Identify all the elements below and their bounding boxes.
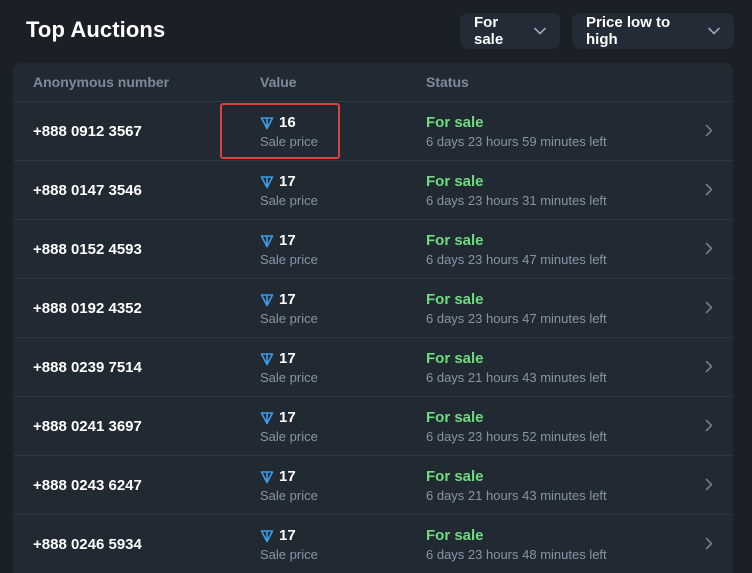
- table-body: +888 0912 3567 16 Sale price For sale 6 …: [13, 101, 733, 573]
- time-left: 6 days 23 hours 47 minutes left: [426, 252, 607, 267]
- table-row[interactable]: +888 0246 5934 17 Sale price For sale 6 …: [13, 514, 733, 573]
- status-text: For sale: [426, 350, 484, 367]
- ton-icon: [260, 116, 274, 130]
- value-cell: 17 Sale price: [260, 527, 318, 562]
- filter-dropdown[interactable]: For sale: [460, 13, 560, 49]
- value-cell: 16 Sale price: [260, 114, 318, 149]
- table-header: Anonymous number Value Status: [13, 63, 733, 101]
- ton-icon: [260, 234, 274, 248]
- sort-dropdown[interactable]: Price low to high: [572, 13, 734, 49]
- status-cell: For sale 6 days 23 hours 47 minutes left: [426, 232, 607, 267]
- chevron-right-icon[interactable]: [705, 478, 713, 491]
- value-cell: 17 Sale price: [260, 409, 318, 444]
- sort-dropdown-label: Price low to high: [586, 14, 671, 48]
- value-cell: 17 Sale price: [260, 468, 318, 503]
- auctions-table: Anonymous number Value Status +888 0912 …: [13, 63, 733, 573]
- ton-icon: [260, 352, 274, 366]
- column-header-status: Status: [426, 74, 469, 90]
- time-left: 6 days 23 hours 47 minutes left: [426, 311, 607, 326]
- status-cell: For sale 6 days 23 hours 47 minutes left: [426, 291, 607, 326]
- column-header-number: Anonymous number: [33, 74, 170, 90]
- sale-price-value: 17: [279, 291, 296, 308]
- chevron-right-icon[interactable]: [705, 301, 713, 314]
- status-text: For sale: [426, 232, 484, 249]
- filter-dropdown-label: For sale: [474, 14, 504, 48]
- header: Top Auctions For sale Price low to high: [0, 0, 752, 62]
- anonymous-number: +888 0241 3697: [33, 418, 142, 435]
- table-row[interactable]: +888 0152 4593 17 Sale price For sale 6 …: [13, 219, 733, 278]
- anonymous-number: +888 0243 6247: [33, 477, 142, 494]
- status-text: For sale: [426, 291, 484, 308]
- sale-price-label: Sale price: [260, 193, 318, 208]
- table-row[interactable]: +888 0239 7514 17 Sale price For sale 6 …: [13, 337, 733, 396]
- value-cell: 17 Sale price: [260, 232, 318, 267]
- sale-price-label: Sale price: [260, 488, 318, 503]
- time-left: 6 days 23 hours 48 minutes left: [426, 547, 607, 562]
- sale-price-value: 17: [279, 409, 296, 426]
- anonymous-number: +888 0192 4352: [33, 300, 142, 317]
- time-left: 6 days 21 hours 43 minutes left: [426, 370, 607, 385]
- ton-icon: [260, 529, 274, 543]
- table-row[interactable]: +888 0147 3546 17 Sale price For sale 6 …: [13, 160, 733, 219]
- sale-price-label: Sale price: [260, 252, 318, 267]
- status-text: For sale: [426, 468, 484, 485]
- time-left: 6 days 23 hours 59 minutes left: [426, 134, 607, 149]
- sale-price-label: Sale price: [260, 370, 318, 385]
- status-cell: For sale 6 days 23 hours 59 minutes left: [426, 114, 607, 149]
- time-left: 6 days 23 hours 31 minutes left: [426, 193, 607, 208]
- value-cell: 17 Sale price: [260, 173, 318, 208]
- value-cell: 17 Sale price: [260, 291, 318, 326]
- status-text: For sale: [426, 409, 484, 426]
- ton-icon: [260, 293, 274, 307]
- status-cell: For sale 6 days 21 hours 43 minutes left: [426, 350, 607, 385]
- chevron-down-icon: [534, 27, 546, 35]
- table-row[interactable]: +888 0192 4352 17 Sale price For sale 6 …: [13, 278, 733, 337]
- status-cell: For sale 6 days 23 hours 31 minutes left: [426, 173, 607, 208]
- chevron-right-icon[interactable]: [705, 360, 713, 373]
- chevron-right-icon[interactable]: [705, 537, 713, 550]
- sale-price-value: 17: [279, 173, 296, 190]
- chevron-right-icon[interactable]: [705, 242, 713, 255]
- anonymous-number: +888 0152 4593: [33, 241, 142, 258]
- ton-icon: [260, 175, 274, 189]
- sale-price-label: Sale price: [260, 311, 318, 326]
- chevron-right-icon[interactable]: [705, 183, 713, 196]
- sale-price-value: 16: [279, 114, 296, 131]
- anonymous-number: +888 0246 5934: [33, 536, 142, 553]
- table-row[interactable]: +888 0912 3567 16 Sale price For sale 6 …: [13, 101, 733, 160]
- chevron-down-icon: [708, 27, 720, 35]
- table-row[interactable]: +888 0241 3697 17 Sale price For sale 6 …: [13, 396, 733, 455]
- chevron-right-icon[interactable]: [705, 124, 713, 137]
- anonymous-number: +888 0912 3567: [33, 123, 142, 140]
- column-header-value: Value: [260, 74, 297, 90]
- page: Top Auctions For sale Price low to high …: [0, 0, 752, 573]
- sale-price-value: 17: [279, 350, 296, 367]
- sale-price-value: 17: [279, 527, 296, 544]
- sale-price-label: Sale price: [260, 429, 318, 444]
- ton-icon: [260, 470, 274, 484]
- status-cell: For sale 6 days 23 hours 48 minutes left: [426, 527, 607, 562]
- status-cell: For sale 6 days 21 hours 43 minutes left: [426, 468, 607, 503]
- anonymous-number: +888 0147 3546: [33, 182, 142, 199]
- chevron-right-icon[interactable]: [705, 419, 713, 432]
- sale-price-label: Sale price: [260, 547, 318, 562]
- status-cell: For sale 6 days 23 hours 52 minutes left: [426, 409, 607, 444]
- ton-icon: [260, 411, 274, 425]
- anonymous-number: +888 0239 7514: [33, 359, 142, 376]
- table-row[interactable]: +888 0243 6247 17 Sale price For sale 6 …: [13, 455, 733, 514]
- time-left: 6 days 21 hours 43 minutes left: [426, 488, 607, 503]
- value-cell: 17 Sale price: [260, 350, 318, 385]
- page-title: Top Auctions: [26, 17, 166, 42]
- status-text: For sale: [426, 173, 484, 190]
- time-left: 6 days 23 hours 52 minutes left: [426, 429, 607, 444]
- sale-price-label: Sale price: [260, 134, 318, 149]
- status-text: For sale: [426, 114, 484, 131]
- sale-price-value: 17: [279, 232, 296, 249]
- status-text: For sale: [426, 527, 484, 544]
- sale-price-value: 17: [279, 468, 296, 485]
